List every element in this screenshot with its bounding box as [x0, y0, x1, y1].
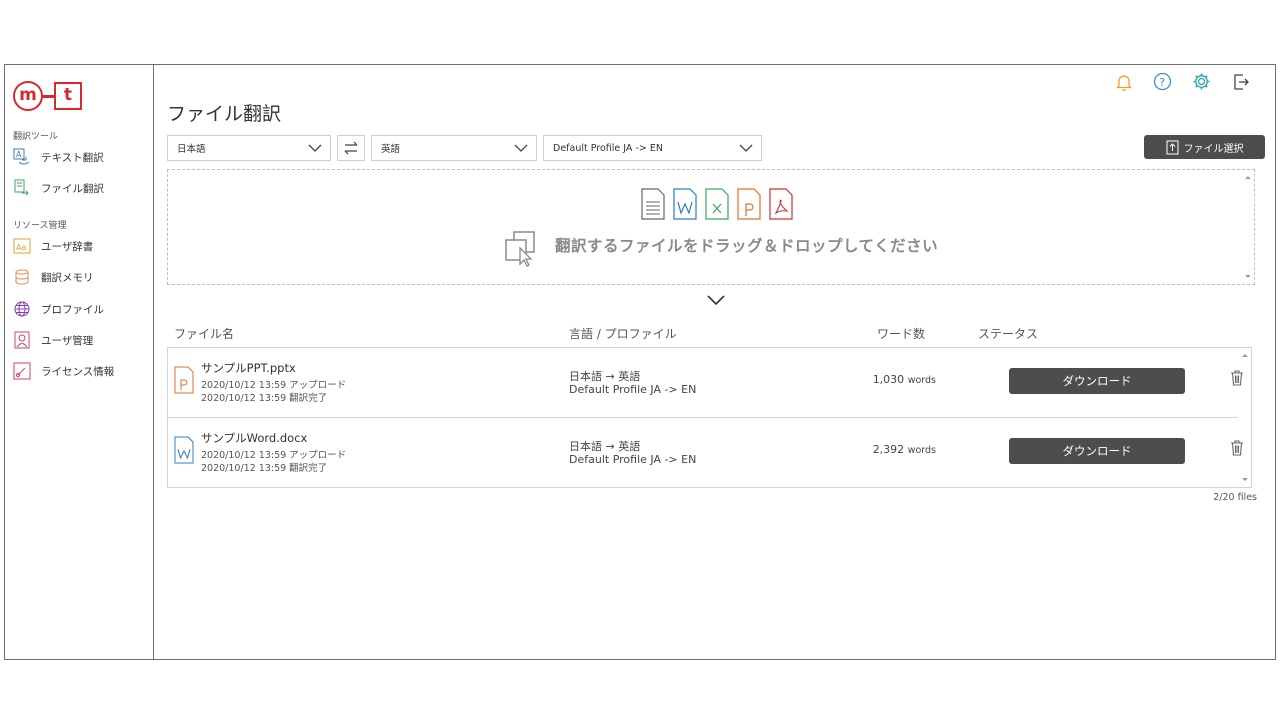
gear-icon[interactable]: [1191, 71, 1212, 92]
sidebar-item-profile[interactable]: プロファイル: [13, 297, 151, 321]
page-title: ファイル翻訳: [167, 103, 282, 125]
language-pair: 日本語 → 英語: [569, 440, 641, 453]
sidebar-item-file-translate[interactable]: ファイル翻訳: [13, 176, 151, 200]
column-header-language-profile[interactable]: 言語 / プロファイル: [569, 325, 677, 342]
file-select-button[interactable]: ファイル選択: [1144, 135, 1265, 159]
file-translate-icon: [13, 179, 31, 197]
dictionary-icon: Aa: [13, 237, 31, 255]
completed-timestamp: 2020/10/12 13:59 翻訳完了: [201, 393, 328, 404]
file-name[interactable]: サンプルPPT.pptx: [201, 360, 296, 376]
file-count: 2/20 files: [1213, 492, 1257, 503]
sidebar-item-label: プロファイル: [41, 303, 104, 316]
upload-timestamp: 2020/10/12 13:59 アップロード: [201, 450, 347, 461]
word-file-icon: [673, 188, 697, 220]
upload-icon: [1166, 140, 1178, 154]
column-header-status[interactable]: ステータス: [978, 325, 1038, 342]
chevron-down-icon: [739, 144, 753, 152]
user-icon: [13, 331, 31, 349]
download-button[interactable]: ダウンロード: [1009, 368, 1185, 394]
sidebar-item-label: 翻訳メモリ: [41, 271, 94, 284]
sidebar-item-text-translate[interactable]: A テキスト翻訳: [13, 145, 151, 169]
sidebar: m t 翻訳ツール A テキスト翻訳 ファイル翻訳 リソース管理 Aa ユーザ辞…: [5, 65, 154, 659]
powerpoint-file-icon: [737, 188, 761, 220]
logo: m t: [13, 81, 83, 111]
column-header-word-count[interactable]: ワード数: [877, 325, 925, 342]
table-row[interactable]: サンプルPPT.pptx 2020/10/12 13:59 アップロード 202…: [168, 348, 1243, 417]
sidebar-item-label: ファイル翻訳: [41, 182, 104, 195]
main-panel: ? ファイル翻訳 日本語 英語 Default Profile JA -> EN: [155, 65, 1275, 659]
file-type-icons: [640, 188, 794, 220]
pdf-file-icon: [769, 188, 793, 220]
logout-icon[interactable]: [1230, 71, 1251, 92]
sidebar-item-license[interactable]: ライセンス情報: [13, 359, 151, 383]
profile-select[interactable]: Default Profile JA -> EN: [543, 135, 762, 161]
word-count: 1,030 words: [872, 373, 936, 386]
drag-drop-icon: [505, 231, 535, 267]
file-name[interactable]: サンプルWord.docx: [201, 430, 307, 446]
language-pair: 日本語 → 英語: [569, 370, 641, 383]
word-file-icon: [174, 436, 194, 464]
chevron-down-icon: [308, 144, 322, 152]
help-icon[interactable]: ?: [1152, 71, 1173, 92]
svg-text:Aa: Aa: [16, 243, 26, 252]
excel-file-icon: [705, 188, 729, 220]
chevron-down-icon: [514, 144, 528, 152]
sidebar-item-translation-memory[interactable]: 翻訳メモリ: [13, 265, 151, 289]
target-language-select[interactable]: 英語: [371, 135, 537, 161]
upload-timestamp: 2020/10/12 13:59 アップロード: [201, 380, 347, 391]
globe-icon: [13, 300, 31, 318]
sidebar-item-label: テキスト翻訳: [41, 151, 104, 164]
sidebar-item-label: ユーザ管理: [41, 334, 94, 347]
bell-icon[interactable]: [1113, 71, 1134, 92]
top-toolbar: ?: [1113, 71, 1251, 92]
profile-name: Default Profile JA -> EN: [569, 383, 697, 396]
sidebar-item-label: ユーザ辞書: [41, 240, 94, 253]
powerpoint-file-icon: [174, 366, 194, 394]
text-file-icon: [641, 188, 665, 220]
completed-timestamp: 2020/10/12 13:59 翻訳完了: [201, 463, 328, 474]
dropzone-instruction: 翻訳するファイルをドラッグ＆ドロップしてください: [555, 237, 939, 255]
swap-languages-button[interactable]: [337, 135, 365, 161]
database-icon: [13, 268, 31, 286]
swap-icon: [344, 141, 358, 155]
section-label-resources: リソース管理: [13, 221, 67, 231]
dropzone-scrollbar[interactable]: [1244, 174, 1252, 280]
section-label-translate: 翻訳ツール: [13, 132, 59, 142]
column-header-filename[interactable]: ファイル名: [174, 325, 234, 342]
sidebar-item-user-management[interactable]: ユーザ管理: [13, 328, 151, 352]
source-language-select[interactable]: 日本語: [167, 135, 331, 161]
collapse-chevron-icon[interactable]: [706, 293, 726, 307]
file-table: サンプルPPT.pptx 2020/10/12 13:59 アップロード 202…: [167, 347, 1252, 488]
svg-text:?: ?: [1159, 76, 1165, 89]
sidebar-item-user-dictionary[interactable]: Aa ユーザ辞書: [13, 234, 151, 258]
download-button[interactable]: ダウンロード: [1009, 438, 1185, 464]
logo-m: m: [13, 81, 43, 111]
table-scrollbar[interactable]: [1239, 348, 1251, 487]
app-window: m t 翻訳ツール A テキスト翻訳 ファイル翻訳 リソース管理 Aa ユーザ辞…: [4, 64, 1276, 660]
sidebar-item-label: ライセンス情報: [41, 365, 115, 378]
svg-text:A: A: [16, 150, 22, 159]
file-dropzone[interactable]: 翻訳するファイルをドラッグ＆ドロップしてください: [167, 169, 1255, 285]
table-row[interactable]: サンプルWord.docx 2020/10/12 13:59 アップロード 20…: [168, 417, 1243, 486]
logo-t: t: [54, 82, 82, 110]
profile-name: Default Profile JA -> EN: [569, 453, 697, 466]
word-count: 2,392 words: [872, 443, 936, 456]
license-icon: [13, 362, 31, 380]
text-translate-icon: A: [13, 148, 31, 166]
